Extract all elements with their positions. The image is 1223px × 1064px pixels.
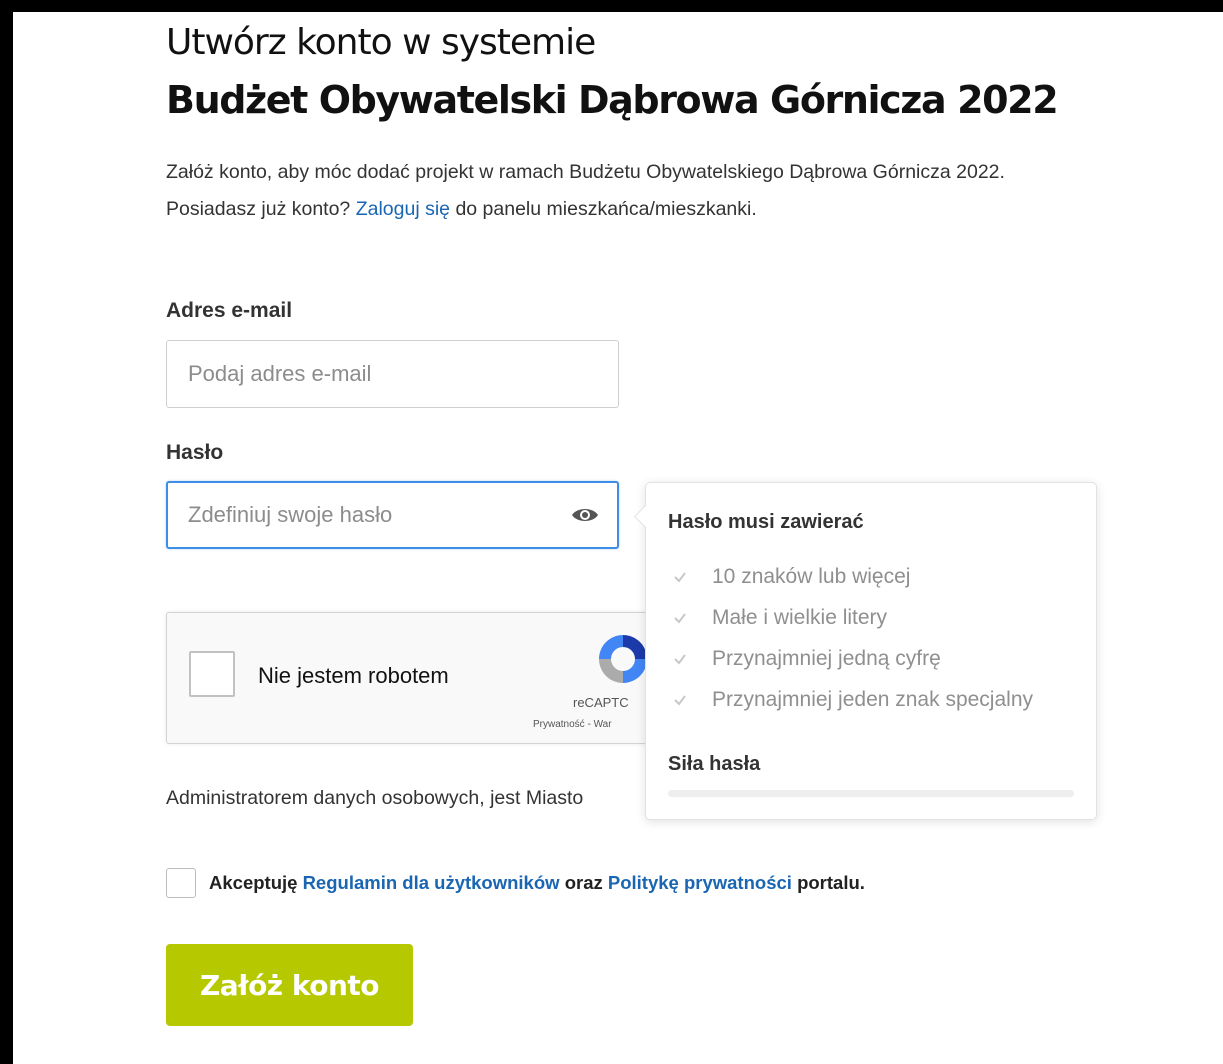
terms-suffix: portalu. — [797, 872, 865, 893]
password-placeholder: Zdefiniuj swoje hasło — [188, 502, 393, 527]
page-title-line1: Utwórz konto w systemie — [166, 22, 596, 63]
popover-title: Hasło musi zawierać — [668, 511, 864, 533]
check-icon — [674, 572, 686, 583]
intro-line2-prefix: Posiadasz już konto? — [166, 198, 351, 220]
intro-line2-suffix: do panelu mieszkańca/mieszkanki. — [455, 198, 757, 220]
terms-privacy-link[interactable]: Politykę prywatności — [608, 872, 792, 893]
requirement-item: 10 znaków lub więcej — [670, 565, 910, 589]
requirement-text: Małe i wielkie litery — [712, 606, 888, 629]
strength-meter — [668, 790, 1074, 797]
requirement-text: 10 znaków lub więcej — [712, 565, 911, 588]
requirement-item: Przynajmniej jeden znak specjalny — [670, 688, 1033, 712]
check-icon — [674, 695, 686, 706]
requirement-item: Przynajmniej jedną cyfrę — [670, 647, 941, 671]
create-account-button[interactable]: Załóż konto — [166, 944, 413, 1026]
terms-text: Akceptuję Regulamin dla użytkowników ora… — [209, 872, 865, 894]
email-label: Adres e-mail — [166, 299, 293, 322]
eye-icon[interactable] — [571, 506, 599, 524]
strength-label: Siła hasła — [668, 753, 761, 775]
intro-text: Załóż konto, aby móc dodać projekt w ram… — [166, 154, 1046, 228]
password-field[interactable]: Zdefiniuj swoje hasło — [166, 481, 619, 549]
recaptcha-label: Nie jestem robotem — [258, 663, 449, 688]
recaptcha-links[interactable]: Prywatność - War — [533, 719, 612, 730]
recaptcha-logo-icon — [599, 635, 647, 683]
popover-arrow — [633, 505, 656, 528]
recaptcha-checkbox[interactable] — [189, 651, 235, 697]
intro-line1: Załóż konto, aby móc dodać projekt w ram… — [166, 161, 1005, 183]
page-title-line2: Budżet Obywatelski Dąbrowa Górnicza 2022 — [166, 78, 1059, 122]
password-requirements-popover: Hasło musi zawierać 10 znaków lub więcej… — [633, 482, 1097, 820]
password-label: Hasło — [166, 441, 224, 464]
email-field[interactable]: Podaj adres e-mail — [166, 340, 619, 408]
terms-checkbox[interactable] — [166, 868, 196, 898]
admin-notice: Administratorem danych osobowych, jest M… — [166, 787, 584, 809]
requirement-item: Małe i wielkie litery — [670, 606, 887, 630]
terms-prefix: Akceptuję — [209, 872, 298, 893]
recaptcha-widget: Nie jestem robotem reCAPTC Prywatność - … — [166, 612, 666, 744]
terms-regulations-link[interactable]: Regulamin dla użytkowników — [303, 872, 560, 893]
check-icon — [674, 613, 686, 624]
requirement-text: Przynajmniej jedną cyfrę — [712, 647, 941, 670]
recaptcha-brand: reCAPTC — [573, 695, 629, 710]
login-link[interactable]: Zaloguj się — [356, 198, 450, 220]
email-placeholder: Podaj adres e-mail — [188, 361, 372, 386]
requirement-text: Przynajmniej jeden znak specjalny — [712, 688, 1033, 711]
check-icon — [674, 654, 686, 665]
registration-page: Utwórz konto w systemie Budżet Obywatels… — [13, 12, 1223, 1064]
terms-middle: oraz — [564, 872, 603, 893]
